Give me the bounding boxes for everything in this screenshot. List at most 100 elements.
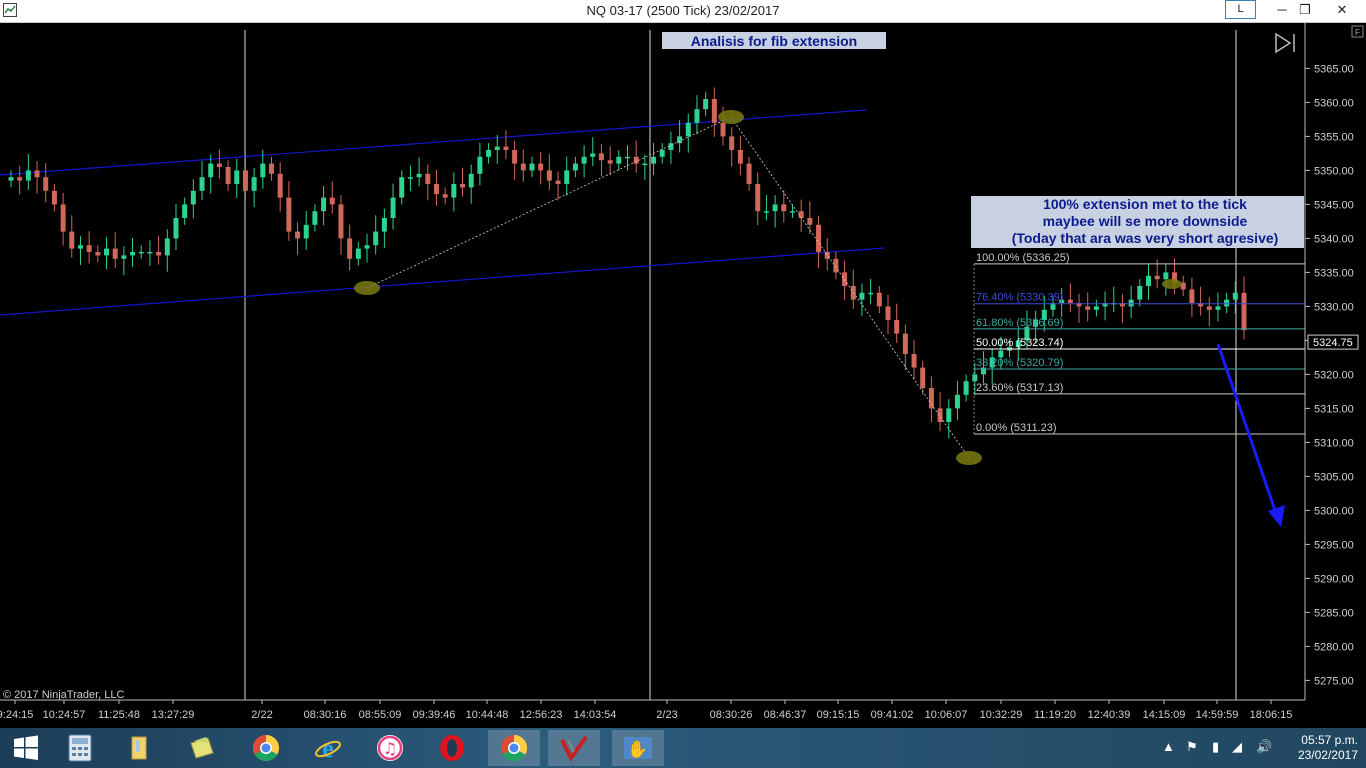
candle-down <box>95 252 101 256</box>
taskbar-sticky-notes[interactable] <box>176 730 228 766</box>
candle-up <box>1224 299 1230 307</box>
candle-down <box>268 163 274 174</box>
zigzag-path <box>366 116 970 459</box>
candle-up <box>381 218 387 232</box>
candle-up <box>868 292 874 295</box>
taskbar-clock[interactable]: 05:57 p.m. 23/02/2017 <box>1288 733 1358 763</box>
battery-icon[interactable]: ▮ <box>1212 739 1219 755</box>
candle-down <box>633 156 639 164</box>
show-hidden-icons-icon[interactable]: ▲ <box>1162 739 1175 754</box>
sticky-notes-icon <box>190 737 214 759</box>
time-axis[interactable]: 9:24:15 10:24:57 11:25:48 13:27:29 2/22 08:30… <box>0 699 1305 721</box>
chrome-icon <box>252 734 280 762</box>
chart-title: Analisis for fib extension <box>691 33 857 49</box>
pivot-marker <box>1162 279 1182 289</box>
price-tick-label: 5310.00 <box>1314 437 1354 449</box>
zigzag-lines <box>366 116 970 459</box>
annotation-line2: maybee will se more downside <box>1043 213 1248 229</box>
close-button[interactable]: ✕ <box>1330 0 1354 20</box>
candle-up <box>364 245 370 249</box>
chart-grid <box>244 30 1237 700</box>
svg-text:♫: ♫ <box>383 739 397 758</box>
candle-down <box>1241 292 1247 331</box>
candle-down <box>607 160 613 164</box>
candle-up <box>494 146 500 150</box>
candle-up <box>77 245 83 249</box>
time-tick-label: 14:59:59 <box>1196 709 1239 721</box>
taskbar-internet-explorer[interactable]: e <box>302 730 354 766</box>
volume-icon[interactable]: 🔊 <box>1256 739 1272 755</box>
taskbar-itunes[interactable]: ♫ <box>364 730 416 766</box>
candle-down <box>51 190 57 205</box>
network-icon[interactable]: ◢ <box>1232 739 1242 755</box>
candle-up <box>25 170 31 181</box>
candle-up <box>694 109 700 123</box>
pivot-marker <box>718 110 744 124</box>
taskbar-file-explorer[interactable] <box>112 730 164 766</box>
taskbar-hand-tool[interactable]: ✋ <box>612 730 664 766</box>
candle-up <box>199 177 205 191</box>
candle-up <box>772 204 778 212</box>
fib-level-label: 23.60% (5317.13) <box>976 382 1063 394</box>
candle-down <box>277 173 283 198</box>
taskbar-calculator[interactable] <box>54 730 106 766</box>
candle-down <box>902 333 908 354</box>
taskbar-chrome-active[interactable] <box>488 730 540 766</box>
annotation-line3: (Today that ara was very short agresive) <box>1012 230 1279 246</box>
candle-down <box>737 150 743 164</box>
candle-down <box>460 184 466 188</box>
time-tick-label: 10:44:48 <box>466 709 509 721</box>
candle-up <box>1232 292 1238 300</box>
action-center-flag-icon[interactable]: ⚑ <box>1186 739 1198 755</box>
start-button[interactable] <box>0 730 52 766</box>
price-chart[interactable]: 100.00% (5336.25) 76.40% (5330.39) 61.80% … <box>0 22 1366 728</box>
time-tick-label: 12:56:23 <box>520 709 563 721</box>
restore-button[interactable]: ❐ <box>1293 0 1317 20</box>
time-tick-label: 09:15:15 <box>817 709 860 721</box>
candle-up <box>182 204 188 218</box>
taskbar-ninjatrader[interactable] <box>548 730 600 766</box>
candle-down <box>781 204 787 212</box>
candle-down <box>425 173 431 184</box>
svg-text:e: e <box>322 734 334 762</box>
candle-up <box>581 156 587 164</box>
price-tick-label: 5285.00 <box>1314 607 1354 619</box>
play-to-end-icon[interactable] <box>1275 32 1295 54</box>
candle-down <box>546 170 552 181</box>
opera-icon <box>440 735 464 761</box>
time-tick-label: 08:30:16 <box>304 709 347 721</box>
candle-up <box>390 197 396 218</box>
minimize-button[interactable]: ─ <box>1270 0 1294 20</box>
folder-icon <box>131 736 147 760</box>
link-button[interactable]: L <box>1225 0 1256 19</box>
candle-up <box>963 381 969 395</box>
candle-up <box>303 224 309 239</box>
candle-down <box>598 153 604 161</box>
candle-up <box>251 177 257 191</box>
candle-up <box>173 218 179 239</box>
copyright-text: © 2017 NinjaTrader, LLC <box>3 689 124 701</box>
price-axis[interactable]: 5365.00 5360.00 5355.00 5350.00 5345.00 5340.… <box>1304 22 1359 700</box>
price-tick-label: 5355.00 <box>1314 131 1354 143</box>
candle-up <box>1093 306 1099 310</box>
taskbar-opera[interactable] <box>426 730 478 766</box>
candle-down <box>216 163 222 167</box>
time-tick-label: 11:25:48 <box>98 709 140 721</box>
svg-text:✋: ✋ <box>627 739 648 760</box>
candle-down <box>1067 299 1073 303</box>
time-tick-label: 2/22 <box>251 709 272 721</box>
hand-icon: ✋ <box>624 737 652 760</box>
time-tick-label: 9:24:15 <box>0 709 33 721</box>
fib-level-label: 61.80% (5326.69) <box>976 317 1063 329</box>
candle-up <box>138 252 144 254</box>
panel-menu-icon[interactable]: F <box>1351 25 1364 38</box>
candle-down <box>503 146 509 150</box>
candle-down <box>520 163 526 171</box>
taskbar-chrome[interactable] <box>240 730 292 766</box>
price-tick-label: 5335.00 <box>1314 267 1354 279</box>
candle-up <box>468 173 474 188</box>
chrome-icon <box>501 734 528 762</box>
price-tick-label: 5350.00 <box>1314 165 1354 177</box>
candle-down <box>86 245 92 252</box>
candle-down <box>555 180 561 184</box>
